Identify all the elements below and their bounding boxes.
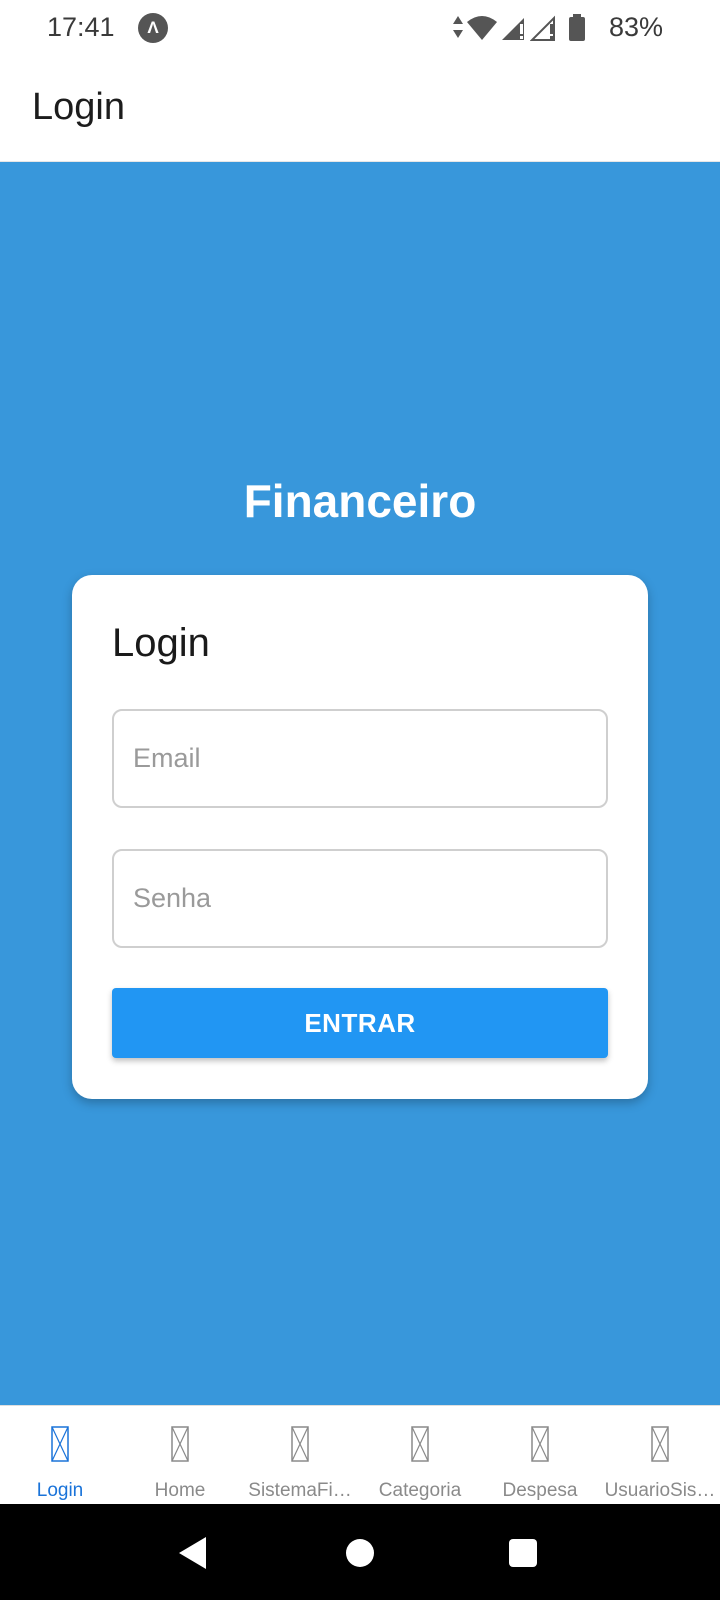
header-title: Login	[32, 86, 125, 128]
data-arrows-icon	[453, 16, 463, 38]
missing-glyph-icon	[291, 1426, 309, 1462]
tab-despesa[interactable]: Despesa	[480, 1406, 600, 1504]
tab-label: Home	[154, 1480, 206, 1501]
missing-glyph-icon	[171, 1426, 189, 1462]
tab-label: Despesa	[502, 1480, 578, 1501]
email-field[interactable]	[112, 709, 608, 808]
battery-percent: 83%	[608, 12, 663, 42]
signal-icon	[502, 18, 524, 40]
brand-title: Financeiro	[243, 475, 477, 527]
wifi-icon	[467, 16, 497, 40]
senha-field[interactable]	[112, 849, 608, 948]
missing-glyph-icon	[411, 1426, 429, 1462]
missing-glyph-icon	[651, 1426, 669, 1462]
bottom-tab-bar: Login Home SistemaFi… Categoria Despesa …	[0, 1405, 720, 1504]
senha-input[interactable]	[114, 851, 606, 946]
login-card: Login ENTRAR	[72, 575, 648, 1099]
signal-no-service-icon	[530, 15, 555, 41]
status-icons: 83%	[450, 12, 720, 44]
tab-sistema-financeiro[interactable]: SistemaFi…	[240, 1406, 360, 1504]
tab-categoria[interactable]: Categoria	[360, 1406, 480, 1504]
app-notification-icon: Λ	[138, 13, 168, 43]
tab-label: SistemaFi…	[248, 1480, 352, 1501]
home-icon[interactable]	[346, 1539, 374, 1567]
entrar-button[interactable]: ENTRAR	[112, 988, 608, 1058]
tab-home[interactable]: Home	[120, 1406, 240, 1504]
tab-label: UsuarioSis…	[604, 1480, 716, 1501]
email-input[interactable]	[114, 711, 606, 806]
tab-login[interactable]: Login	[0, 1406, 120, 1504]
system-nav-bar	[0, 1504, 720, 1600]
back-icon[interactable]	[178, 1536, 208, 1570]
missing-glyph-icon	[51, 1426, 69, 1462]
battery-icon	[569, 14, 585, 41]
login-card-title: Login	[112, 621, 210, 665]
tab-label: Login	[36, 1480, 84, 1501]
status-time: 17:41	[47, 12, 115, 42]
status-bar: 17:41 Λ 83%	[0, 0, 720, 56]
app-header: Login	[0, 56, 720, 162]
recents-icon[interactable]	[509, 1539, 537, 1567]
tab-label: Categoria	[378, 1480, 462, 1501]
tab-usuario-sistema[interactable]: UsuarioSis…	[600, 1406, 720, 1504]
missing-glyph-icon	[531, 1426, 549, 1462]
